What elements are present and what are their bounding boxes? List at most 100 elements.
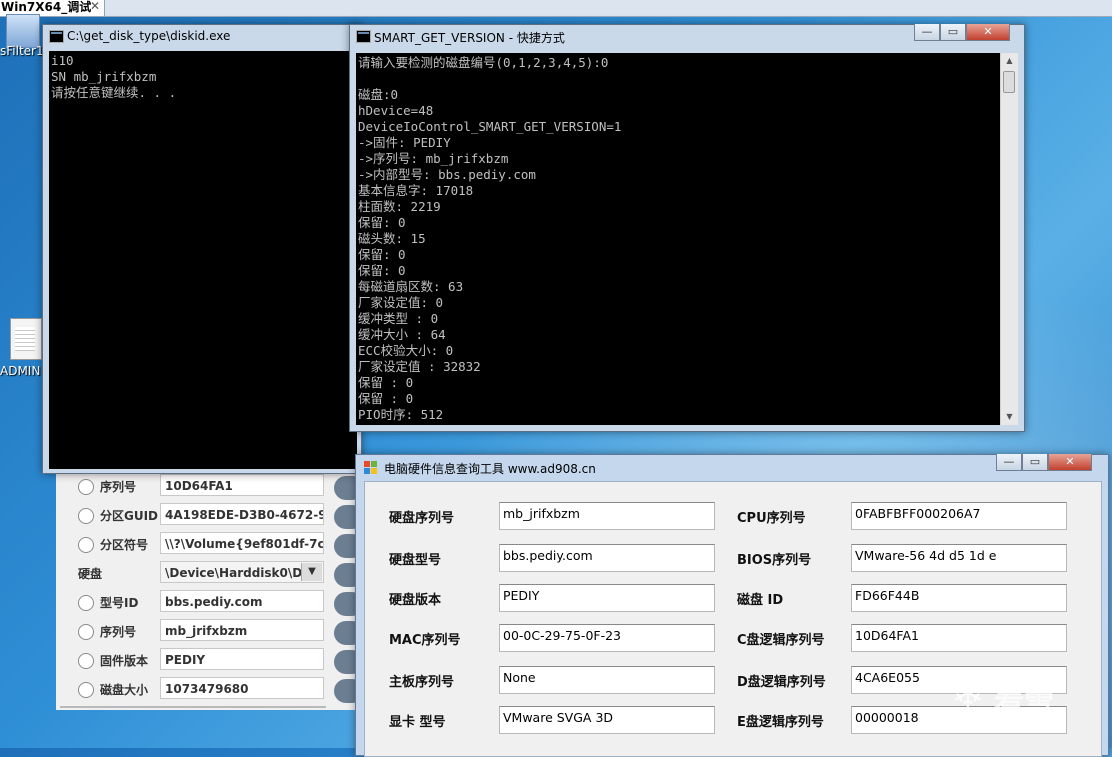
hw-label: 显卡 型号 <box>389 715 446 730</box>
hw-value-field[interactable]: FD66F44B <box>851 584 1067 612</box>
minimize-button[interactable]: — <box>914 24 940 41</box>
hw-label: E盘逻辑序列号 <box>737 715 824 730</box>
radio-button[interactable] <box>78 479 94 495</box>
bg-form-label: 硬盘 <box>78 567 103 581</box>
console-line: 磁头数: 15 <box>358 231 426 246</box>
vm-tab-label: Win7X64_调试 <box>1 0 92 14</box>
radio-button[interactable] <box>78 653 94 669</box>
console-line: 请输入要检测的磁盘编号(0,1,2,3,4,5):0 <box>358 55 609 70</box>
file-icon[interactable] <box>10 318 42 360</box>
hw-value-field[interactable]: 10D64FA1 <box>851 624 1067 652</box>
window-title: SMART_GET_VERSION - 快捷方式 <box>374 31 565 45</box>
minimize-button[interactable]: — <box>996 454 1022 471</box>
kanxue-watermark: ❄ 看雪 <box>940 668 1090 728</box>
console-line: 缓冲类型 : 0 <box>358 311 439 326</box>
bg-form-label: 序列号 <box>100 625 137 639</box>
desktop-icon-label[interactable]: ADMIN <box>0 364 40 378</box>
bg-form-row: 分区GUID 4A198EDE-D3B0-4672-9FE <box>56 503 356 527</box>
disk-select[interactable]: \Device\Harddisk0\DI ▼ <box>160 561 324 583</box>
hw-label: 磁盘 ID <box>737 593 784 608</box>
hw-label: MAC序列号 <box>389 633 461 648</box>
chevron-down-icon[interactable]: ▼ <box>301 563 322 581</box>
watermark-text: 看雪 <box>994 686 1054 721</box>
console-line: 基本信息字: 17018 <box>358 183 474 198</box>
bg-form-value[interactable]: bbs.pediy.com <box>160 590 324 612</box>
bg-form-label: 磁盘大小 <box>100 683 149 697</box>
radio-button[interactable] <box>78 682 94 698</box>
console-line: DeviceIoControl_SMART_GET_VERSION=1 <box>358 119 622 134</box>
bg-form-value[interactable]: 1073479680 <box>160 677 324 699</box>
console-line: 厂家设定值: 0 <box>358 295 444 310</box>
console-line: 请按任意键继续. . . <box>51 85 177 100</box>
hw-value-field[interactable]: 0FABFBFF000206A7 <box>851 502 1067 530</box>
bg-form-label: 型号ID <box>100 596 139 610</box>
console-output: 请输入要检测的磁盘编号(0,1,2,3,4,5):0 磁盘:0 hDevice=48… <box>356 53 1002 425</box>
console-line: 缓冲大小 : 64 <box>358 327 446 342</box>
hw-value-field[interactable]: PEDIY <box>499 584 715 612</box>
maximize-button[interactable]: ▭ <box>1022 454 1048 471</box>
bg-form-row: 固件版本 PEDIY <box>56 648 356 672</box>
bg-form-row: 序列号 mb_jrifxbzm <box>56 619 356 643</box>
scroll-up-icon[interactable]: ▲ <box>1001 53 1018 69</box>
maximize-button[interactable]: ▭ <box>940 24 966 41</box>
close-button[interactable]: ✕ <box>966 24 1010 41</box>
bg-form-row: 分区符号 \\?\Volume{9ef801df-7c9 <box>56 532 356 556</box>
bg-form-value-text: \Device\Harddisk0\DI <box>165 566 307 580</box>
console-line: 厂家设定值 : 32832 <box>358 359 481 374</box>
console-line: 保留 : 0 <box>358 375 414 390</box>
vertical-scrollbar[interactable]: ▲ ▼ <box>1000 53 1018 425</box>
scroll-down-icon[interactable]: ▼ <box>1001 409 1018 425</box>
background-disk-info-panel: 序列号10D64FA1分区GUID4A198EDE-D3B0-4672-9FE分… <box>56 460 364 710</box>
radio-button[interactable] <box>78 537 94 553</box>
hw-label: CPU序列号 <box>737 511 806 526</box>
bg-form-value[interactable]: 4A198EDE-D3B0-4672-9FE <box>160 503 324 525</box>
radio-button[interactable] <box>78 508 94 524</box>
windows-logo-icon <box>364 461 378 475</box>
bg-form-value-text: mb_jrifxbzm <box>165 624 248 638</box>
console-line: hDevice=48 <box>358 103 434 118</box>
console-line: 每磁道扇区数: 63 <box>358 279 464 294</box>
hw-value-field[interactable]: VMware SVGA 3D <box>499 706 715 734</box>
divider <box>60 706 326 708</box>
console-line: i10 <box>51 53 74 68</box>
hw-value-field[interactable]: 00-0C-29-75-0F-23 <box>499 624 715 652</box>
diskid-window: C:\get_disk_type\diskid.exe i10 SN mb_jri… <box>42 24 362 474</box>
smart-window: SMART_GET_VERSION - 快捷方式 — ▭ ✕ 请输入要检测的磁盘… <box>349 24 1025 432</box>
console-line: 保留 : 0 <box>358 391 414 406</box>
hw-value-field[interactable]: bbs.pediy.com <box>499 544 715 572</box>
bg-form-value-text: \\?\Volume{9ef801df-7c9 <box>165 537 324 551</box>
bg-form-value-text: 1073479680 <box>165 682 249 696</box>
bg-form-row: 硬盘 \Device\Harddisk0\DI ▼ <box>56 561 356 585</box>
console-line: ECC校验大小: 0 <box>358 343 454 358</box>
hw-value-field[interactable]: VMware-56 4d d5 1d e <box>851 544 1067 572</box>
bg-form-label: 固件版本 <box>100 654 149 668</box>
bg-form-label: 分区GUID <box>100 509 159 523</box>
close-button[interactable]: ✕ <box>1048 454 1092 471</box>
console-line: 磁盘:0 <box>358 87 399 102</box>
hw-value-field[interactable]: mb_jrifxbzm <box>499 502 715 530</box>
radio-button[interactable] <box>78 595 94 611</box>
vm-tab-strip: Win7X64_调试 ✕ <box>0 0 1112 17</box>
bg-form-row: 磁盘大小 1073479680 <box>56 677 356 701</box>
hw-label: C盘逻辑序列号 <box>737 633 825 648</box>
radio-button[interactable] <box>78 624 94 640</box>
bg-form-value[interactable]: \\?\Volume{9ef801df-7c9 <box>160 532 324 554</box>
hw-value-field[interactable]: None <box>499 666 715 694</box>
hw-label: 主板序列号 <box>389 675 455 690</box>
bg-form-row: 型号ID bbs.pediy.com <box>56 590 356 614</box>
bg-form-value-text: bbs.pediy.com <box>165 595 263 609</box>
console-line: ->内部型号: bbs.pediy.com <box>358 167 536 182</box>
close-icon[interactable]: ✕ <box>90 0 100 13</box>
bg-form-value[interactable]: mb_jrifxbzm <box>160 619 324 641</box>
hw-label: 硬盘序列号 <box>389 511 455 526</box>
desktop-icon-label[interactable]: sFilter1 <box>0 44 44 58</box>
bg-form-value[interactable]: 10D64FA1 <box>160 474 324 496</box>
scroll-thumb[interactable] <box>1003 71 1015 93</box>
console-line: SN mb_jrifxbzm <box>51 69 157 84</box>
title-bar[interactable]: C:\get_disk_type\diskid.exe <box>43 25 361 47</box>
bg-form-value[interactable]: PEDIY <box>160 648 324 670</box>
desktop-app-icon[interactable] <box>6 14 40 48</box>
console-icon <box>49 30 64 43</box>
window-title: C:\get_disk_type\diskid.exe <box>67 29 231 43</box>
